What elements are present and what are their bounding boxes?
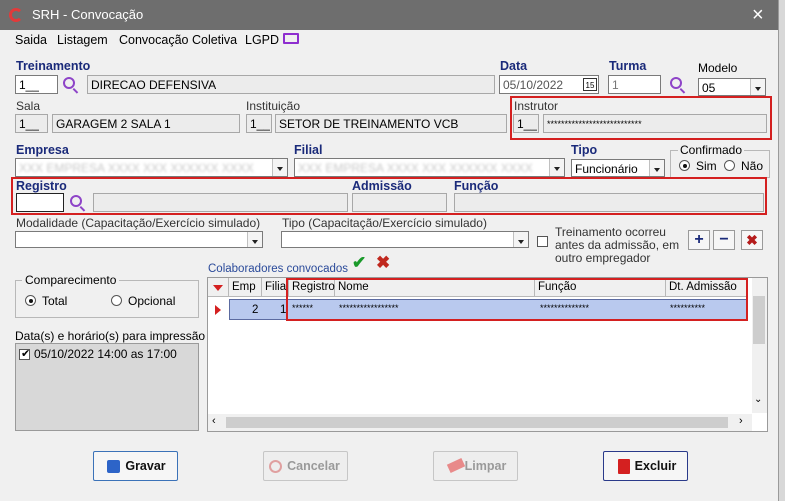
- monitor-icon[interactable]: [283, 33, 299, 44]
- confirmado-sim-label: Sim: [696, 159, 717, 173]
- grid-header-emp[interactable]: Emp: [229, 278, 262, 297]
- search-icon[interactable]: [670, 77, 682, 89]
- cancelar-button[interactable]: Cancelar: [263, 451, 348, 481]
- filial-select[interactable]: XXX EMPRESA XXXX XXX XXXXXX XXXX: [294, 158, 565, 177]
- instrutor-label: Instrutor: [514, 99, 559, 113]
- limpar-button[interactable]: Limpar: [433, 451, 518, 481]
- modalidade-select[interactable]: [15, 231, 263, 248]
- instituicao-name-field: SETOR DE TREINAMENTO VCB: [275, 114, 507, 133]
- chevron-down-icon[interactable]: [649, 160, 664, 176]
- chevron-down-icon[interactable]: [750, 79, 765, 95]
- add-button[interactable]: +: [688, 230, 710, 250]
- remove-button[interactable]: −: [713, 230, 735, 250]
- empresa-label: Empresa: [16, 143, 69, 157]
- comparecimento-total-radio[interactable]: [25, 295, 36, 306]
- datas-item: 05/10/2022 14:00 as 17:00: [34, 347, 177, 361]
- turma-input[interactable]: 1: [608, 75, 661, 94]
- colaboradores-highlight: [286, 278, 748, 321]
- tipo-label: Tipo: [571, 143, 598, 157]
- sala-code-field[interactable]: 1__: [15, 114, 48, 133]
- comparecimento-label: Comparecimento: [22, 273, 120, 287]
- sala-label: Sala: [16, 99, 41, 113]
- tipo-capacitacao-select[interactable]: [281, 231, 529, 248]
- chevron-down-icon[interactable]: [549, 159, 564, 176]
- delete-button[interactable]: ✖: [741, 230, 763, 250]
- row-pointer-icon: [215, 305, 221, 315]
- menu-listagem[interactable]: Listagem: [57, 33, 108, 47]
- tipo-select[interactable]: Funcionário: [571, 159, 665, 177]
- cell-emp: 2: [252, 304, 259, 316]
- admissao-label: Admissão: [352, 179, 412, 193]
- treinamento-antes-admissao-checkbox[interactable]: [537, 236, 548, 247]
- treinamento-antes-label-2: antes da admissão, em: [555, 238, 680, 252]
- turma-label: Turma: [609, 59, 647, 73]
- scroll-right-icon[interactable]: ›: [739, 415, 743, 427]
- modalidade-label: Modalidade (Capacitação/Exercício simula…: [16, 216, 261, 230]
- confirmado-nao-label: Não: [741, 159, 764, 173]
- instrutor-code-field[interactable]: 1__: [513, 114, 539, 133]
- scroll-left-icon[interactable]: ‹: [212, 415, 216, 427]
- filial-label: Filial: [294, 143, 323, 157]
- sala-name-field: GARAGEM 2 SALA 1: [52, 114, 240, 133]
- colaboradores-label: Colaboradores convocados: [208, 263, 349, 275]
- comparecimento-opcional-radio[interactable]: [111, 295, 122, 306]
- menu-bar: Saida Listagem Convocação Coletiva LGPD: [0, 30, 778, 52]
- treinamento-name-field: DIRECAO DEFENSIVA: [87, 75, 495, 94]
- excluir-button[interactable]: Excluir: [603, 451, 688, 481]
- menu-lgpd[interactable]: LGPD: [245, 33, 279, 47]
- funcao-label: Função: [454, 179, 499, 193]
- funcao-field: [454, 193, 764, 212]
- treinamento-label: Treinamento: [16, 59, 91, 73]
- calendar-icon[interactable]: 15: [583, 78, 597, 91]
- chevron-down-icon[interactable]: [513, 232, 528, 247]
- window-titlebar: SRH - Convocação ×: [0, 0, 778, 30]
- reject-x-icon[interactable]: ✖: [376, 253, 390, 273]
- grid-header-filial[interactable]: Filial: [262, 278, 289, 297]
- gravar-button[interactable]: Gravar: [93, 451, 178, 481]
- confirm-check-icon[interactable]: ✔: [352, 253, 366, 273]
- datas-item-checkbox[interactable]: ✔: [19, 348, 30, 360]
- instrutor-name-field: ***************************: [543, 114, 767, 133]
- chevron-down-icon[interactable]: [247, 232, 262, 247]
- modelo-select[interactable]: 05: [698, 78, 766, 96]
- horizontal-scrollbar[interactable]: ‹ ›: [208, 414, 752, 431]
- data-input[interactable]: 05/10/2022 15: [499, 75, 599, 94]
- grid-header-indicator[interactable]: [208, 278, 229, 297]
- data-label: Data: [500, 59, 528, 73]
- vertical-scrollbar[interactable]: ⌄: [752, 278, 767, 413]
- confirmado-nao-radio[interactable]: [724, 160, 735, 171]
- confirmado-sim-radio[interactable]: [679, 160, 690, 171]
- app-logo-icon: [9, 8, 23, 22]
- treinamento-antes-label-3: outro empregador: [555, 251, 651, 265]
- empresa-select[interactable]: XXX EMPRESA XXXX XXX XXXXXX XXXX: [15, 158, 288, 177]
- treinamento-antes-label-1: Treinamento ocorreu: [555, 225, 666, 239]
- search-icon[interactable]: [70, 195, 82, 207]
- tipo-capacitacao-label: Tipo (Capacitação/Exercício simulado): [282, 216, 487, 230]
- instituicao-code-field[interactable]: 1__: [246, 114, 272, 133]
- menu-saida[interactable]: Saida: [15, 33, 47, 47]
- background-window-edge: [778, 0, 785, 501]
- menu-convocacao-coletiva[interactable]: Convocação Coletiva: [119, 33, 237, 47]
- comparecimento-opcional-label: Opcional: [128, 294, 176, 308]
- admissao-field: [352, 193, 447, 212]
- scroll-down-icon[interactable]: ⌄: [754, 394, 762, 405]
- chevron-down-icon[interactable]: [272, 159, 287, 176]
- confirmado-label: Confirmado: [678, 143, 745, 157]
- search-icon[interactable]: [63, 77, 75, 89]
- registro-label: Registro: [16, 179, 67, 193]
- comparecimento-total-label: Total: [42, 294, 68, 308]
- registro-name-field: [93, 193, 348, 212]
- datas-label: Data(s) e horário(s) para impressão: [15, 329, 206, 343]
- close-icon[interactable]: ×: [752, 4, 764, 27]
- window-title: SRH - Convocação: [32, 7, 144, 22]
- treinamento-code-input[interactable]: 1__: [15, 75, 58, 94]
- datas-list[interactable]: ✔ 05/10/2022 14:00 as 17:00: [15, 343, 199, 431]
- modelo-label: Modelo: [698, 61, 738, 75]
- instituicao-label: Instituição: [246, 99, 301, 113]
- registro-input[interactable]: [16, 193, 64, 212]
